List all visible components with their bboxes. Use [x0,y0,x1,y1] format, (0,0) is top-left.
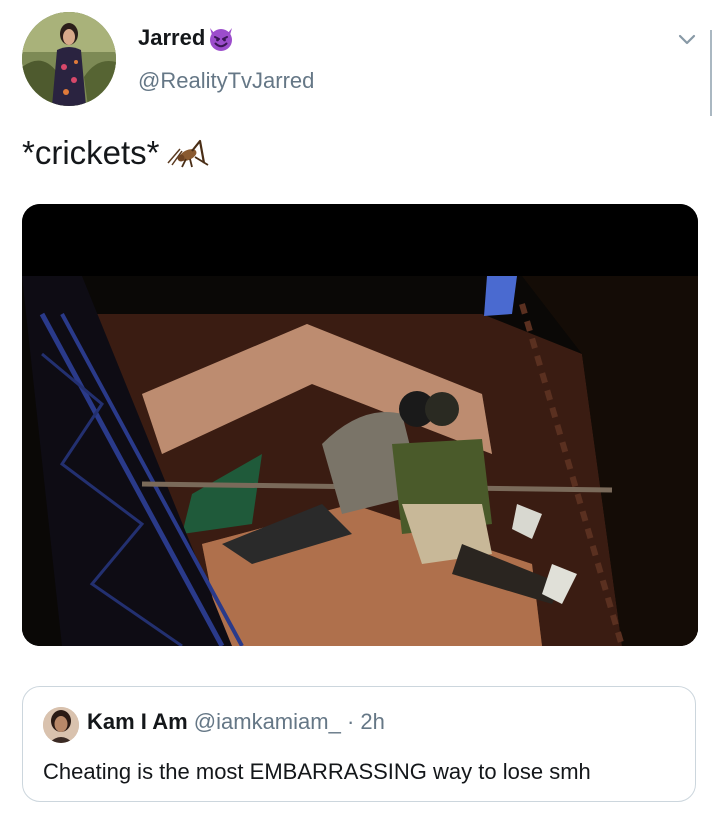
quoted-author-handle[interactable]: @iamkamiam_ [194,709,341,734]
tweet-media-image[interactable] [22,204,698,646]
author-avatar[interactable] [22,12,116,106]
quoted-author-name[interactable]: Kam I Am [87,709,188,734]
quoted-tweet-header: Kam I Am @iamkamiam_ · 2h [87,709,385,735]
chevron-down-icon[interactable] [676,28,698,50]
author-name-text[interactable]: Jarred [138,25,205,51]
tweet-text-content: *crickets* [22,134,160,171]
tweet-text: *crickets* [22,134,210,172]
author-name[interactable]: Jarred [138,24,235,52]
quoted-separator: · [346,709,355,734]
smiling-devil-emoji [210,28,233,51]
quoted-tweet[interactable]: Kam I Am @iamkamiam_ · 2h Cheating is th… [22,686,696,802]
scroll-edge-line [710,30,712,116]
quoted-author-avatar[interactable] [43,707,79,743]
author-handle[interactable]: @RealityTvJarred [138,68,314,94]
cricket-emoji [166,139,209,168]
quoted-tweet-text: Cheating is the most EMBARRASSING way to… [43,759,591,784]
quoted-timestamp[interactable]: 2h [360,709,384,734]
